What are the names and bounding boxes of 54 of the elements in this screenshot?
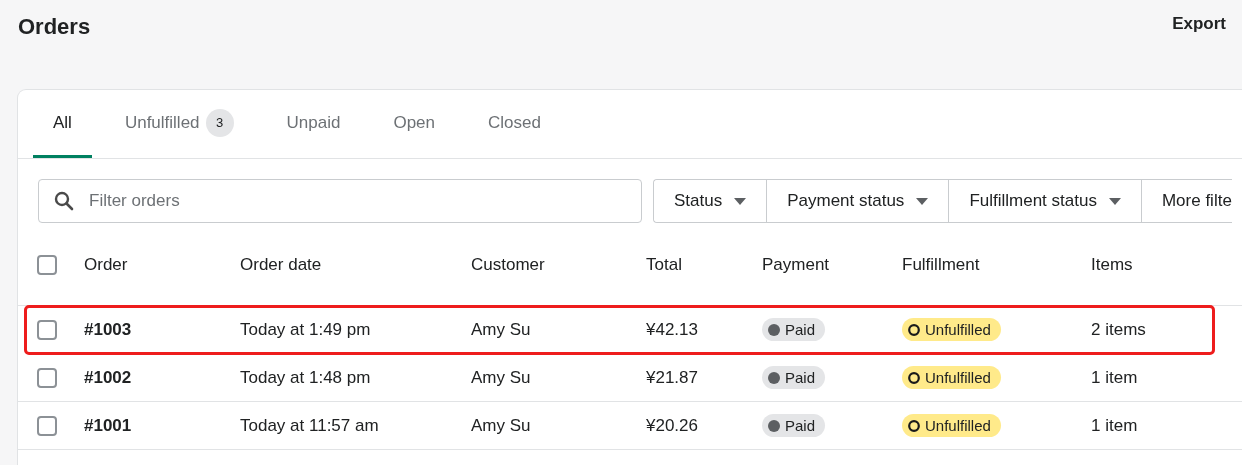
tab[interactable]: All [33, 90, 92, 158]
table-row[interactable]: #1001 Today at 11:57 am Amy Su ¥20.26 Paid Unfulfilled 1 item [18, 402, 1242, 450]
filled-dot-icon [768, 419, 780, 432]
payment-status-badge: Paid [762, 414, 826, 437]
ring-icon [908, 323, 920, 336]
column-header: Customer [471, 255, 545, 274]
fulfillment-status-badge: Unfulfilled [902, 318, 1001, 341]
column-header: Fulfillment [902, 255, 980, 274]
ring-icon [908, 371, 920, 384]
column-header: Order date [240, 255, 322, 274]
table-cell: 2 items [1091, 319, 1146, 339]
table-cell: Amy Su [471, 319, 531, 339]
table-cell: Today at 1:49 pm [240, 319, 371, 339]
tab[interactable]: Unfulfilled 3 [104, 90, 254, 158]
order-number: #1001 [84, 415, 132, 435]
tab[interactable]: Open [373, 90, 456, 158]
caret-icon [916, 197, 929, 205]
export-button[interactable]: Export [1172, 14, 1226, 34]
count-badge: 3 [205, 108, 234, 137]
row-checkbox[interactable] [37, 415, 57, 436]
caret-icon [1108, 197, 1121, 205]
row-checkbox[interactable] [37, 319, 57, 340]
table-cell: ¥21.87 [646, 367, 698, 387]
column-header: Order [84, 255, 128, 274]
caret-icon [734, 197, 747, 205]
payment-status-badge: Paid [762, 318, 826, 341]
column-header: Total [646, 255, 682, 274]
table-cell: Amy Su [471, 367, 531, 387]
select-all-checkbox[interactable] [37, 255, 57, 275]
ring-icon [908, 419, 920, 432]
column-header: Items [1091, 255, 1133, 274]
tab[interactable]: Unpaid [266, 90, 361, 158]
highlighted-row[interactable]: #1003 Today at 1:49 pm Amy Su ¥42.13 Paid Unfulfilled 2 items [25, 306, 1214, 354]
table-cell: Amy Su [471, 415, 531, 435]
table-cell: Today at 1:48 pm [240, 367, 371, 387]
row-checkbox[interactable] [37, 367, 57, 388]
order-number: #1002 [84, 367, 132, 387]
filter-button[interactable]: More filte [1140, 180, 1232, 222]
tab[interactable]: Closed [468, 90, 561, 158]
table-cell: ¥20.26 [646, 415, 698, 435]
order-number: #1003 [84, 319, 132, 339]
table-cell: ¥42.13 [646, 319, 698, 339]
table-row[interactable]: #1002 Today at 1:48 pm Amy Su ¥21.87 Paid Unfulfilled 1 item [18, 354, 1242, 402]
payment-status-badge: Paid [762, 366, 826, 389]
table-cell: 1 item [1091, 367, 1138, 387]
filled-dot-icon [768, 371, 780, 384]
filled-dot-icon [768, 323, 780, 336]
table-cell: Today at 11:57 am [240, 415, 379, 435]
fulfillment-status-badge: Unfulfilled [902, 414, 1001, 437]
page-title: Orders [18, 13, 91, 41]
column-header: Payment [762, 255, 830, 274]
fulfillment-status-badge: Unfulfilled [902, 366, 1001, 389]
search-field[interactable]: Filter orders [38, 179, 642, 223]
table-cell: 1 item [1091, 415, 1138, 435]
